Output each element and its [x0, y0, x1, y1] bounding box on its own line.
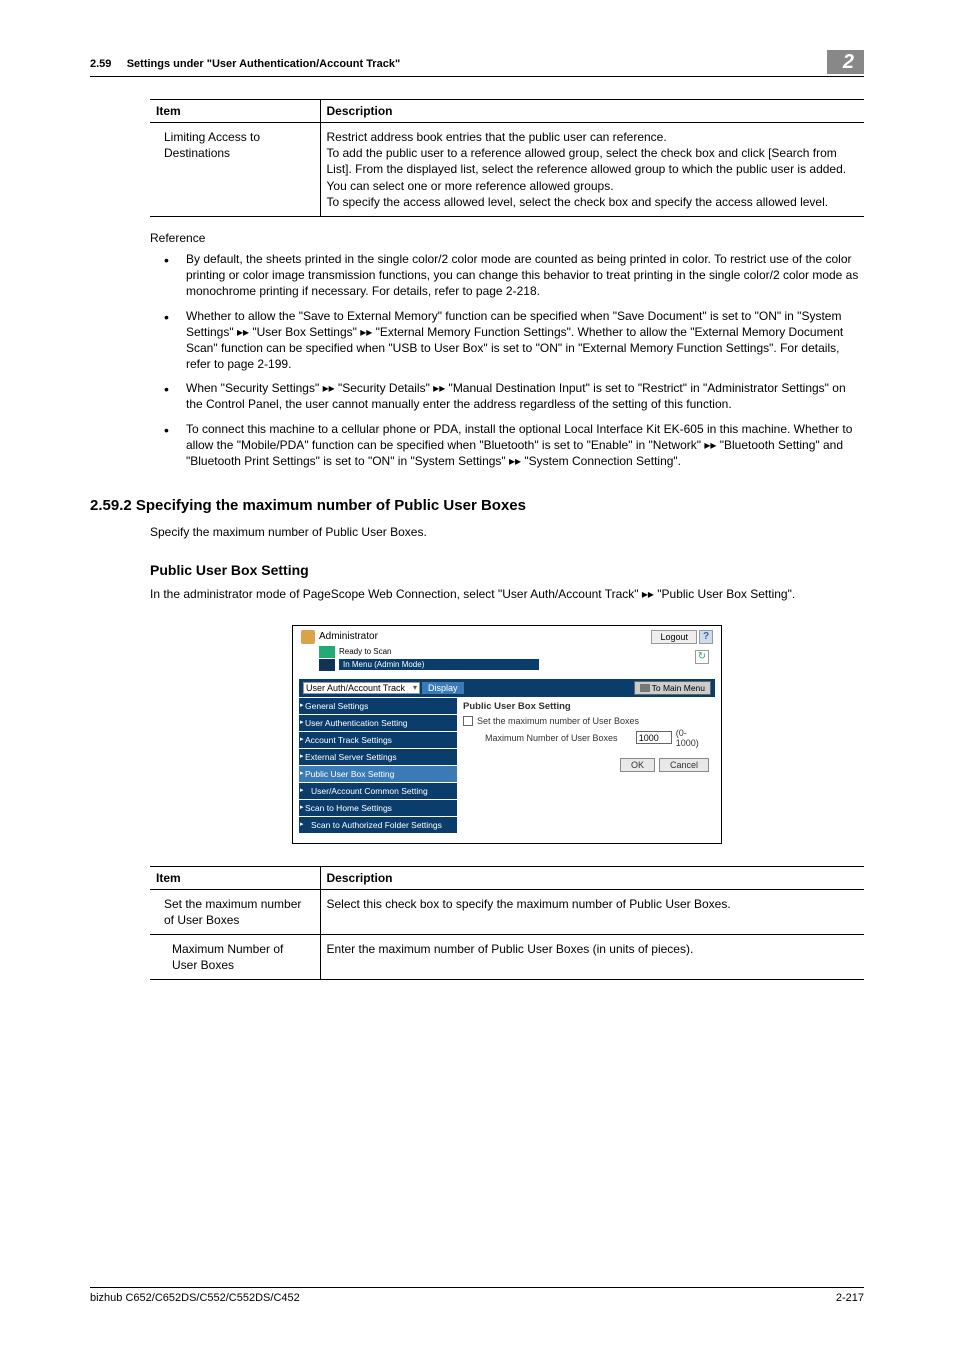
table-row: Limiting Access to Destinations Restrict…: [150, 123, 864, 217]
sidebar-item-scan-folder[interactable]: Scan to Authorized Folder Settings: [299, 816, 457, 833]
header-section-title: Settings under "User Authentication/Acco…: [127, 58, 400, 70]
menu-icon: [640, 684, 650, 692]
table-row: Set the maximum number of User Boxes Sel…: [150, 889, 864, 934]
section-desc: Specify the maximum number of Public Use…: [150, 524, 864, 540]
page-footer: bizhub C652/C652DS/C552/C552DS/C452 2-21…: [90, 1287, 864, 1304]
sidebar: General Settings User Authentication Set…: [299, 697, 457, 833]
mode-bar: In Menu (Admin Mode): [339, 659, 539, 670]
table2-head-desc: Description: [320, 866, 864, 889]
reference-label: Reference: [150, 231, 864, 245]
sidebar-item-ext-server[interactable]: External Server Settings: [299, 748, 457, 765]
list-item: To connect this machine to a cellular ph…: [150, 421, 864, 470]
table2-r1-desc: Select this check box to specify the max…: [320, 889, 864, 934]
main-panel: Public User Box Setting Set the maximum …: [457, 697, 715, 833]
reference-list: By default, the sheets printed in the si…: [150, 251, 864, 469]
help-icon[interactable]: ?: [699, 630, 713, 644]
to-main-menu-button[interactable]: To Main Menu: [634, 681, 711, 695]
checkbox-label: Set the maximum number of User Boxes: [477, 716, 639, 726]
nav-bar: User Auth/Account Track Display To Main …: [299, 679, 715, 697]
sidebar-item-user-auth[interactable]: User Authentication Setting: [299, 714, 457, 731]
header-section-no: 2.59: [90, 58, 111, 70]
table1-head-desc: Description: [320, 100, 864, 123]
table-limiting-access: Item Description Limiting Access to Dest…: [150, 99, 864, 217]
subsection-desc: In the administrator mode of PageScope W…: [150, 586, 864, 602]
table1-r1-desc: Restrict address book entries that the p…: [320, 123, 864, 217]
admin-icon: [301, 630, 315, 644]
list-item: When "Security Settings" ▸▸ "Security De…: [150, 380, 864, 412]
admin-label: Administrator: [319, 631, 378, 642]
to-main-label: To Main Menu: [652, 683, 705, 693]
header-breadcrumb: 2.59 Settings under "User Authentication…: [90, 50, 400, 70]
footer-model: bizhub C652/C652DS/C552/C552DS/C452: [90, 1292, 300, 1304]
table2-head-item: Item: [150, 866, 320, 889]
embedded-screenshot: Administrator Ready to Scan In Menu (Adm…: [292, 625, 722, 844]
cancel-button[interactable]: Cancel: [659, 758, 709, 772]
nav-dropdown[interactable]: User Auth/Account Track: [303, 682, 420, 694]
panel-title: Public User Box Setting: [463, 701, 709, 712]
max-number-label: Maximum Number of User Boxes: [485, 733, 632, 743]
list-item: By default, the sheets printed in the si…: [150, 251, 864, 300]
sidebar-item-account-track[interactable]: Account Track Settings: [299, 731, 457, 748]
list-item: Whether to allow the "Save to External M…: [150, 308, 864, 373]
max-boxes-checkbox[interactable]: [463, 716, 473, 726]
printer-status-icon: [319, 646, 335, 658]
max-number-input[interactable]: [636, 731, 672, 744]
footer-page: 2-217: [836, 1292, 864, 1304]
table2-r1-item: Set the maximum number of User Boxes: [150, 889, 320, 934]
status-ready: Ready to Scan: [339, 647, 391, 656]
table1-head-item: Item: [150, 100, 320, 123]
subsection-heading: Public User Box Setting: [150, 562, 864, 578]
table2-r2-desc: Enter the maximum number of Public User …: [320, 934, 864, 979]
chapter-badge: 2: [827, 50, 864, 74]
logout-button[interactable]: Logout: [651, 630, 697, 644]
table1-r1-item: Limiting Access to Destinations: [150, 123, 320, 217]
section-heading: 2.59.2 Specifying the maximum number of …: [90, 497, 864, 514]
sidebar-item-general[interactable]: General Settings: [299, 697, 457, 714]
menu-status-icon: [319, 659, 335, 671]
table2-r2-item: Maximum Number of User Boxes: [150, 934, 320, 979]
sidebar-item-scan-home[interactable]: Scan to Home Settings: [299, 799, 457, 816]
page-header: 2.59 Settings under "User Authentication…: [90, 50, 864, 77]
ok-button[interactable]: OK: [620, 758, 655, 772]
sidebar-item-common[interactable]: User/Account Common Setting: [299, 782, 457, 799]
range-label: (0-1000): [676, 728, 709, 748]
table-row: Maximum Number of User Boxes Enter the m…: [150, 934, 864, 979]
sidebar-item-public-box[interactable]: Public User Box Setting: [299, 765, 457, 782]
display-button[interactable]: Display: [422, 682, 464, 694]
table-public-box: Item Description Set the maximum number …: [150, 866, 864, 981]
refresh-icon[interactable]: ↻: [695, 650, 709, 664]
